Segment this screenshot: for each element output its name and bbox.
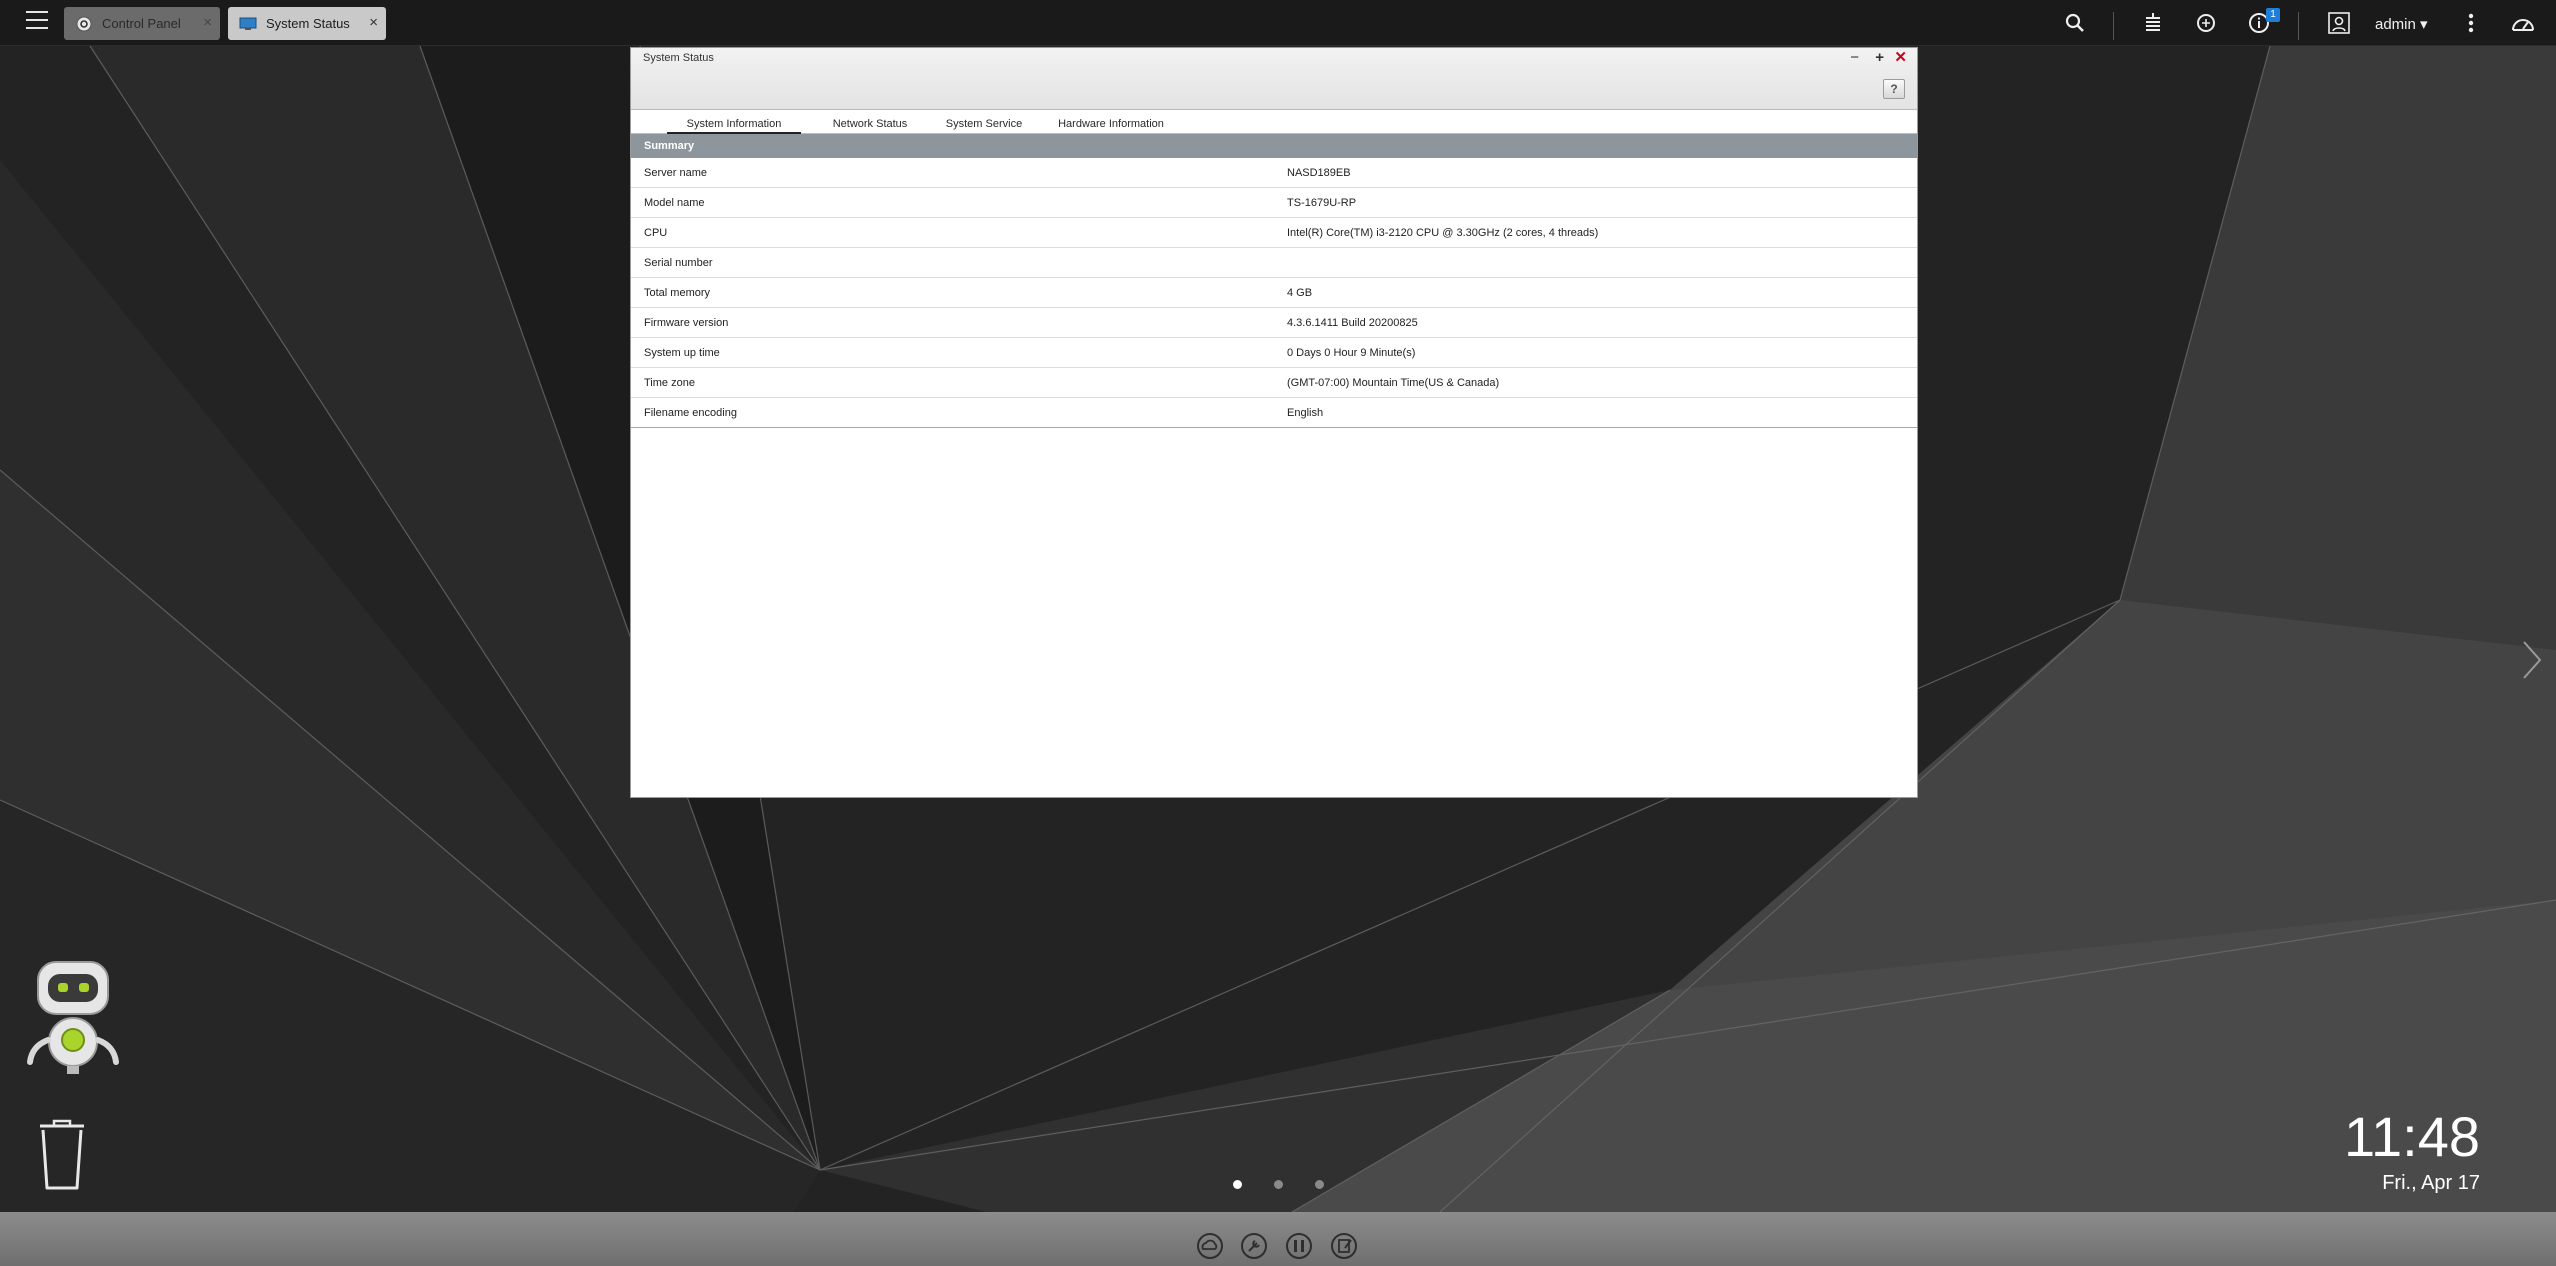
close-button[interactable]: ✕	[1894, 50, 1907, 66]
tab-network-status[interactable]: Network Status	[813, 118, 927, 134]
pause-icon[interactable]	[1285, 1232, 1313, 1260]
table-row: Server name NASD189EB	[631, 158, 1917, 188]
more-icon[interactable]	[2458, 10, 2484, 36]
tab-system-service[interactable]: System Service	[927, 118, 1041, 134]
row-value: (GMT-07:00) Mountain Time(US & Canada)	[1287, 377, 1500, 389]
row-key: Filename encoding	[644, 407, 737, 419]
desktop-date: Fri., Apr 17	[2382, 1172, 2480, 1194]
row-value: 4 GB	[1287, 287, 1313, 299]
close-icon[interactable]: ×	[203, 15, 212, 31]
trash-icon[interactable]	[34, 1116, 90, 1192]
row-value: 4.3.6.1411 Build 20200825	[1287, 317, 1418, 329]
table-row: Model name TS-1679U-RP	[631, 188, 1917, 218]
row-key: System up time	[644, 347, 720, 359]
table-row: Firmware version 4.3.6.1411 Build 202008…	[631, 308, 1917, 338]
row-value: English	[1287, 407, 1324, 419]
close-icon[interactable]: ×	[369, 15, 378, 31]
monitor-icon	[239, 15, 257, 33]
user-menu[interactable]: admin ▾	[2375, 15, 2428, 33]
user-icon[interactable]	[2326, 10, 2352, 36]
task-control-panel[interactable]: Control Panel ×	[64, 7, 220, 40]
row-value: NASD189EB	[1287, 167, 1351, 179]
row-value: TS-1679U-RP	[1287, 197, 1357, 209]
row-key: Model name	[644, 197, 705, 209]
minimize-button[interactable]: −	[1850, 50, 1859, 66]
page-dot[interactable]	[1315, 1180, 1324, 1189]
row-value: Intel(R) Core(TM) i3-2120 CPU @ 3.30GHz …	[1287, 227, 1599, 239]
tab-hardware-information[interactable]: Hardware Information	[1041, 118, 1181, 134]
table-row: CPU Intel(R) Core(TM) i3-2120 CPU @ 3.30…	[631, 218, 1917, 248]
section-header: Summary	[631, 134, 1917, 158]
row-key: Total memory	[644, 287, 711, 299]
table-row: Total memory 4 GB	[631, 278, 1917, 308]
window-title: System Status	[643, 52, 714, 64]
tab-system-information[interactable]: System Information	[667, 118, 801, 134]
info-table: Server name NASD189EB Model name TS-1679…	[631, 158, 1917, 428]
table-row: Serial number	[631, 248, 1917, 278]
robot-icon[interactable]	[26, 958, 136, 1082]
table-row: Time zone (GMT-07:00) Mountain Time(US &…	[631, 368, 1917, 398]
row-key: Serial number	[644, 257, 713, 269]
gear-icon	[75, 15, 93, 33]
search-icon[interactable]	[2062, 10, 2088, 36]
notification-badge: 1	[2266, 8, 2280, 22]
sync-icon[interactable]	[2193, 10, 2219, 36]
divider	[2298, 12, 2299, 40]
row-key: Server name	[644, 167, 707, 179]
table-row: Filename encoding English	[631, 398, 1917, 428]
chevron-right-icon[interactable]	[2520, 640, 2544, 680]
row-key: Time zone	[644, 377, 695, 389]
task-system-status[interactable]: System Status ×	[228, 7, 386, 40]
divider	[2113, 12, 2114, 40]
table-row: System up time 0 Days 0 Hour 9 Minute(s)	[631, 338, 1917, 368]
myqnapcloud-icon[interactable]	[1196, 1232, 1224, 1260]
tools-icon[interactable]	[1240, 1232, 1268, 1260]
task-label: Control Panel	[102, 16, 181, 31]
maximize-button[interactable]: +	[1875, 50, 1884, 66]
top-bar: Control Panel × System Status × 1 admin …	[0, 0, 2556, 46]
page-dot[interactable]	[1274, 1180, 1283, 1189]
row-value: 0 Days 0 Hour 9 Minute(s)	[1287, 347, 1416, 359]
menu-icon[interactable]	[26, 11, 50, 31]
system-status-window: System Status − + ✕ ? System Information…	[630, 47, 1918, 798]
window-titlebar[interactable]: System Status − + ✕ ?	[631, 48, 1917, 110]
tab-bar: System Information Network Status System…	[631, 110, 1917, 134]
row-key: CPU	[644, 227, 668, 239]
page-dot-active[interactable]	[1233, 1180, 1242, 1189]
bottom-dock	[0, 1212, 2556, 1266]
row-key: Firmware version	[644, 317, 729, 329]
task-label: System Status	[266, 16, 350, 31]
help-button[interactable]: ?	[1883, 79, 1905, 99]
desktop-clock: 11:48	[2344, 1105, 2480, 1168]
dashboard-icon[interactable]	[2510, 10, 2536, 36]
notes-icon[interactable]	[1330, 1232, 1358, 1260]
stack-icon[interactable]	[2140, 10, 2166, 36]
